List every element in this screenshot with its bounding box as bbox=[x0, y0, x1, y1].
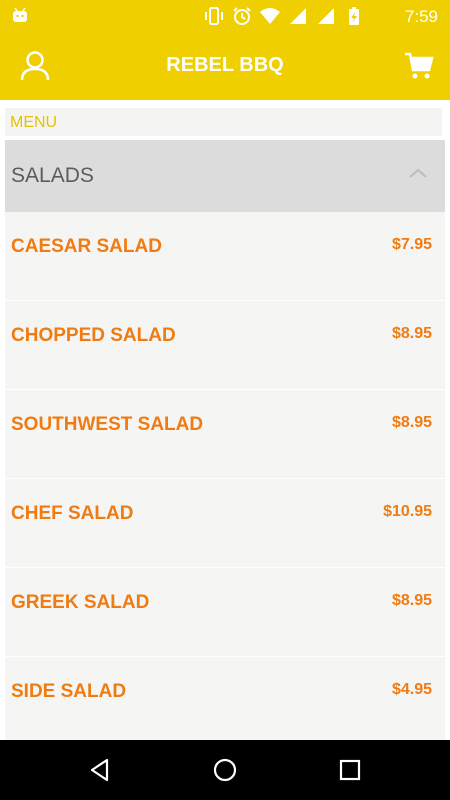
menu-item[interactable]: SOUTHWEST SALAD $8.95 bbox=[5, 390, 445, 479]
signal-icon bbox=[288, 6, 308, 26]
menu-item[interactable]: CAESAR SALAD $7.95 bbox=[5, 212, 445, 301]
menu-item-price: $8.95 bbox=[391, 592, 432, 609]
chevron-up-icon[interactable] bbox=[407, 166, 429, 180]
app-title: REBEL BBQ bbox=[166, 54, 284, 76]
menu-item-name: GREEK SALAD bbox=[11, 592, 150, 613]
status-time: 7:59 bbox=[404, 7, 438, 26]
menu-item-name: CHEF SALAD bbox=[11, 503, 134, 524]
signal-icon bbox=[316, 6, 336, 26]
vibrate-icon bbox=[204, 6, 224, 26]
menu-item[interactable]: SIDE SALAD $4.95 bbox=[5, 657, 445, 746]
menu-item-price: $10.95 bbox=[383, 503, 432, 520]
menu-label: MENU bbox=[5, 108, 442, 136]
menu-item[interactable]: CHOPPED SALAD $8.95 bbox=[5, 301, 445, 390]
android-icon bbox=[12, 7, 28, 23]
alarm-icon bbox=[232, 6, 252, 26]
menu-item-name: CHOPPED SALAD bbox=[11, 325, 176, 346]
menu-item-price: $7.95 bbox=[391, 236, 432, 253]
wifi-icon bbox=[260, 6, 280, 26]
menu-content: MENU SALADS CAESAR SALAD $7.95 CHOPPED S… bbox=[0, 100, 450, 746]
menu-item-name: SOUTHWEST SALAD bbox=[11, 414, 204, 435]
category-header-salads[interactable]: SALADS bbox=[5, 140, 445, 212]
menu-item[interactable]: GREEK SALAD $8.95 bbox=[5, 568, 445, 657]
home-icon[interactable] bbox=[212, 757, 238, 783]
menu-item-price: $8.95 bbox=[391, 414, 432, 431]
menu-item[interactable]: CHEF SALAD $10.95 bbox=[5, 479, 445, 568]
back-icon[interactable] bbox=[87, 757, 113, 783]
system-nav-bar bbox=[0, 740, 450, 800]
status-bar: 7:59 bbox=[0, 0, 450, 32]
menu-item-name: SIDE SALAD bbox=[11, 681, 127, 702]
cart-icon[interactable] bbox=[404, 52, 434, 80]
battery-charging-icon bbox=[344, 6, 364, 26]
app-bar: REBEL BBQ bbox=[0, 32, 450, 100]
menu-item-name: CAESAR SALAD bbox=[11, 236, 162, 257]
recents-icon[interactable] bbox=[337, 757, 363, 783]
menu-item-price: $4.95 bbox=[391, 681, 432, 698]
menu-item-price: $8.95 bbox=[391, 325, 432, 342]
menu-item-list: CAESAR SALAD $7.95 CHOPPED SALAD $8.95 S… bbox=[5, 212, 445, 746]
category-name: SALADS bbox=[11, 164, 94, 187]
